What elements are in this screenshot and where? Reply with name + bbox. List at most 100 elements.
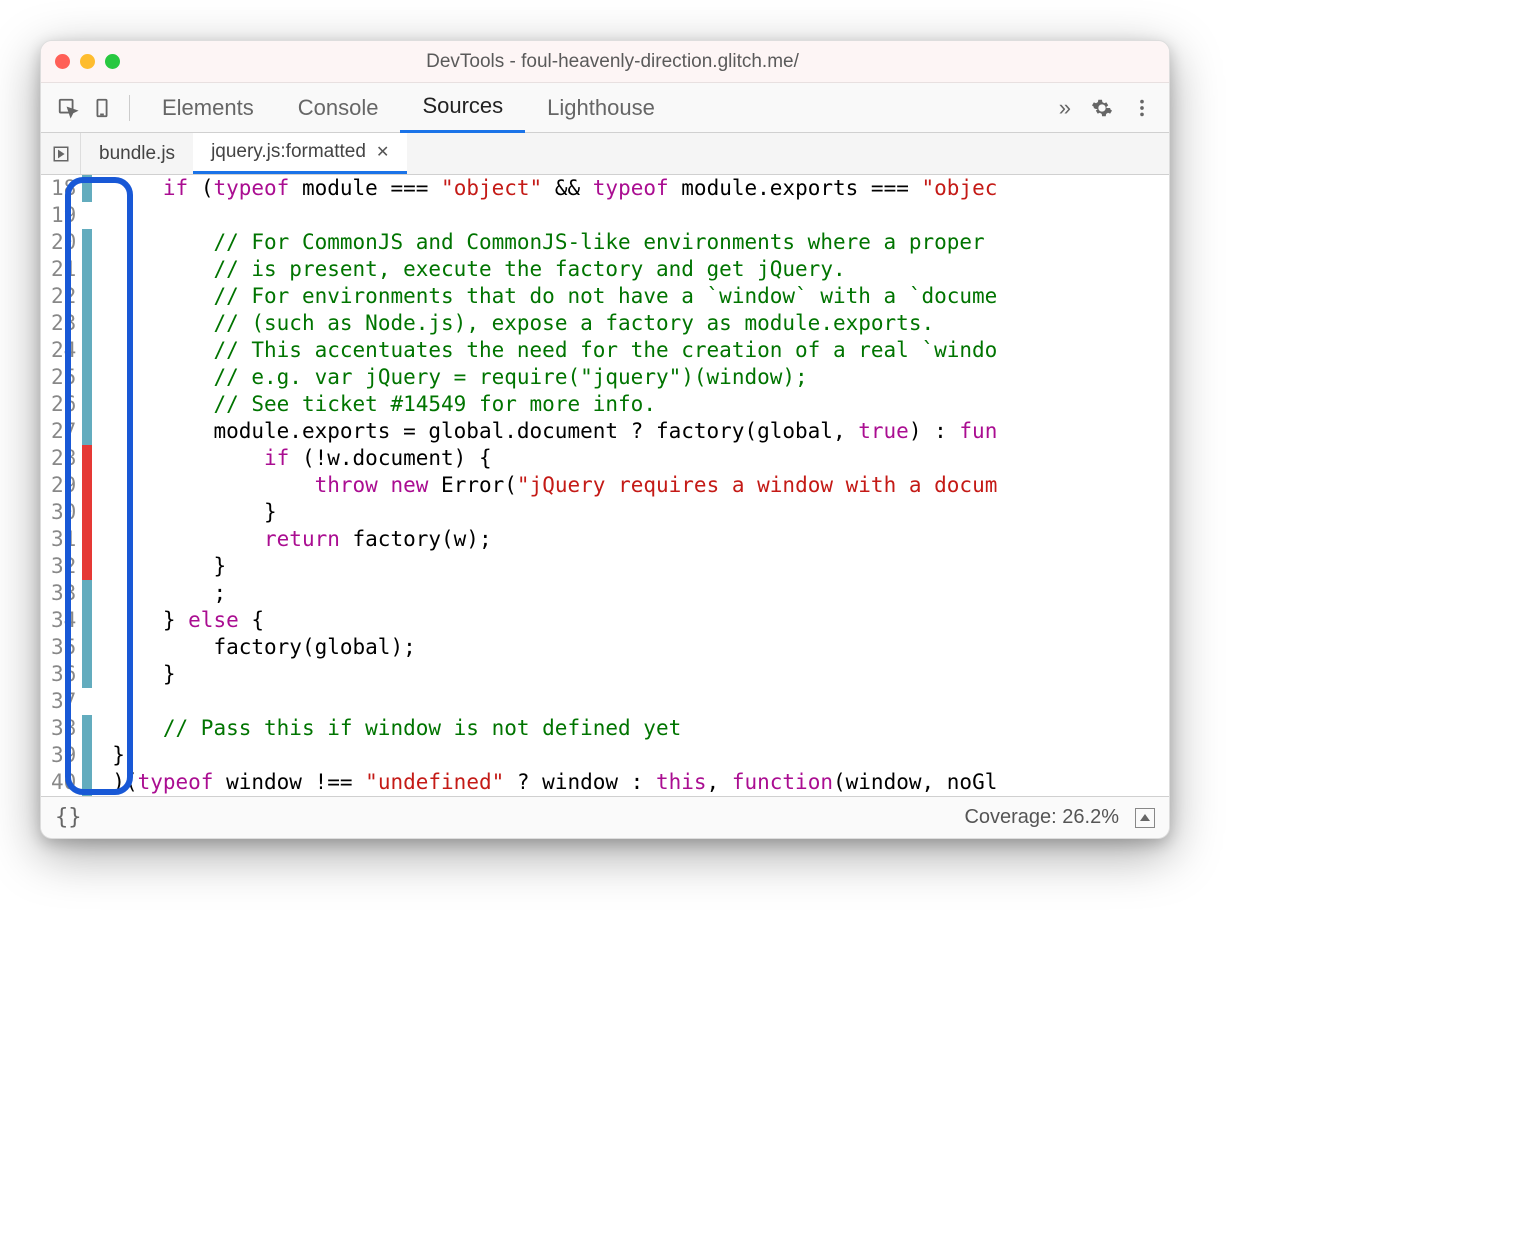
coverage-mark xyxy=(82,742,92,769)
code-line[interactable]: // This accentuates the need for the cre… xyxy=(112,337,997,364)
code-line[interactable]: module.exports = global.document ? facto… xyxy=(112,418,997,445)
line-number[interactable]: 27 xyxy=(51,418,76,445)
coverage-mark xyxy=(82,526,92,553)
coverage-mark xyxy=(82,256,92,283)
drawer-toggle-icon[interactable] xyxy=(1135,808,1155,828)
code-line[interactable]: } xyxy=(112,742,997,769)
code-line[interactable]: // For CommonJS and CommonJS-like enviro… xyxy=(112,229,997,256)
navigator-toggle-icon[interactable] xyxy=(41,133,81,174)
separator xyxy=(129,95,130,121)
file-tab[interactable]: jquery.js:formatted ✕ xyxy=(193,133,407,174)
tab-console[interactable]: Console xyxy=(276,83,401,133)
line-number[interactable]: 35 xyxy=(51,634,76,661)
file-tab[interactable]: bundle.js xyxy=(81,133,193,174)
more-panels-icon[interactable]: » xyxy=(1045,95,1085,121)
code-line[interactable]: throw new Error("jQuery requires a windo… xyxy=(112,472,997,499)
coverage-mark xyxy=(82,607,92,634)
line-number[interactable]: 29 xyxy=(51,472,76,499)
line-number[interactable]: 18 xyxy=(51,175,76,202)
tab-lighthouse[interactable]: Lighthouse xyxy=(525,83,677,133)
line-number[interactable]: 39 xyxy=(51,742,76,769)
pretty-print-icon[interactable]: {} xyxy=(55,805,82,830)
coverage-mark xyxy=(82,580,92,607)
close-window-icon[interactable] xyxy=(55,54,70,69)
device-toolbar-icon[interactable] xyxy=(85,91,119,125)
traffic-lights xyxy=(55,54,120,69)
line-number[interactable]: 37 xyxy=(51,688,76,715)
maximize-window-icon[interactable] xyxy=(105,54,120,69)
code-line[interactable]: return factory(w); xyxy=(112,526,997,553)
source-editor[interactable]: 1819202122232425262728293031323334353637… xyxy=(41,175,1169,796)
minimize-window-icon[interactable] xyxy=(80,54,95,69)
coverage-mark xyxy=(82,283,92,310)
code-line[interactable]: } else { xyxy=(112,607,997,634)
line-number[interactable]: 22 xyxy=(51,283,76,310)
line-number[interactable]: 24 xyxy=(51,337,76,364)
line-number[interactable]: 38 xyxy=(51,715,76,742)
line-number[interactable]: 26 xyxy=(51,391,76,418)
code-line[interactable]: ; xyxy=(112,580,997,607)
line-number[interactable]: 21 xyxy=(51,256,76,283)
coverage-mark xyxy=(82,310,92,337)
code-line[interactable]: )(typeof window !== "undefined" ? window… xyxy=(112,769,997,796)
line-number[interactable]: 28 xyxy=(51,445,76,472)
coverage-mark xyxy=(82,202,92,229)
code-line[interactable]: } xyxy=(112,661,997,688)
coverage-mark xyxy=(82,418,92,445)
code-line[interactable]: } xyxy=(112,553,997,580)
titlebar: DevTools - foul-heavenly-direction.glitc… xyxy=(41,41,1169,83)
code-line[interactable]: if (typeof module === "object" && typeof… xyxy=(112,175,997,202)
line-number[interactable]: 32 xyxy=(51,553,76,580)
coverage-mark xyxy=(82,661,92,688)
devtools-window: DevTools - foul-heavenly-direction.glitc… xyxy=(40,40,1170,839)
gutter: 1819202122232425262728293031323334353637… xyxy=(41,175,92,796)
code-line[interactable] xyxy=(112,202,997,229)
coverage-mark xyxy=(82,445,92,472)
code-line[interactable]: if (!w.document) { xyxy=(112,445,997,472)
main-toolbar: ElementsConsoleSourcesLighthouse » xyxy=(41,83,1169,133)
code-content[interactable]: if (typeof module === "object" && typeof… xyxy=(92,175,997,796)
close-icon[interactable]: ✕ xyxy=(376,142,389,162)
coverage-mark xyxy=(82,769,92,796)
line-number[interactable]: 20 xyxy=(51,229,76,256)
kebab-menu-icon[interactable] xyxy=(1125,91,1159,125)
code-line[interactable]: // (such as Node.js), expose a factory a… xyxy=(112,310,997,337)
coverage-label: Coverage: 26.2% xyxy=(964,806,1119,829)
line-number[interactable]: 40 xyxy=(51,769,76,796)
coverage-mark xyxy=(82,472,92,499)
code-line[interactable]: // e.g. var jQuery = require("jquery")(w… xyxy=(112,364,997,391)
line-number[interactable]: 33 xyxy=(51,580,76,607)
inspect-element-icon[interactable] xyxy=(51,91,85,125)
code-line[interactable] xyxy=(112,688,997,715)
window-title: DevTools - foul-heavenly-direction.glitc… xyxy=(120,51,1105,73)
coverage-mark xyxy=(82,175,92,202)
coverage-mark xyxy=(82,688,92,715)
file-tab-label: jquery.js:formatted xyxy=(211,141,366,163)
status-bar: {} Coverage: 26.2% xyxy=(41,796,1169,838)
coverage-mark xyxy=(82,634,92,661)
line-number[interactable]: 36 xyxy=(51,661,76,688)
code-line[interactable]: // is present, execute the factory and g… xyxy=(112,256,997,283)
settings-icon[interactable] xyxy=(1085,91,1119,125)
coverage-mark xyxy=(82,364,92,391)
tab-elements[interactable]: Elements xyxy=(140,83,276,133)
coverage-mark xyxy=(82,391,92,418)
file-tabs: bundle.js jquery.js:formatted ✕ xyxy=(41,133,1169,175)
panel-tabs: ElementsConsoleSourcesLighthouse xyxy=(140,83,1045,133)
code-line[interactable]: // See ticket #14549 for more info. xyxy=(112,391,997,418)
line-number[interactable]: 34 xyxy=(51,607,76,634)
coverage-mark xyxy=(82,715,92,742)
tab-sources[interactable]: Sources xyxy=(400,83,525,133)
code-line[interactable]: // For environments that do not have a `… xyxy=(112,283,997,310)
line-number[interactable]: 30 xyxy=(51,499,76,526)
line-numbers: 1819202122232425262728293031323334353637… xyxy=(41,175,82,796)
code-line[interactable]: factory(global); xyxy=(112,634,997,661)
coverage-bar xyxy=(82,175,92,796)
code-line[interactable]: // Pass this if window is not defined ye… xyxy=(112,715,997,742)
coverage-mark xyxy=(82,499,92,526)
line-number[interactable]: 25 xyxy=(51,364,76,391)
code-line[interactable]: } xyxy=(112,499,997,526)
line-number[interactable]: 23 xyxy=(51,310,76,337)
line-number[interactable]: 31 xyxy=(51,526,76,553)
line-number[interactable]: 19 xyxy=(51,202,76,229)
